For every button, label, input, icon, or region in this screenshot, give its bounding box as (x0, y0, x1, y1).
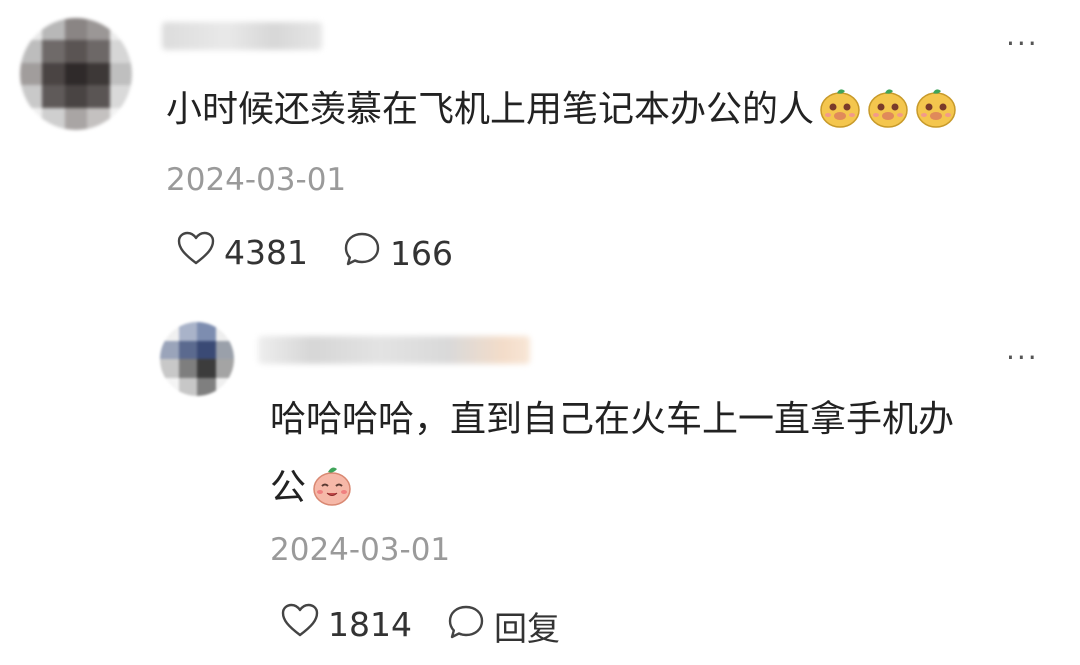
reply-avatar[interactable] (160, 322, 234, 396)
doge-face-icon (818, 84, 862, 152)
reply-date: 2024-03-01 (270, 532, 451, 568)
reply-count: 166 (390, 233, 453, 273)
reply-label: 回复 (494, 609, 560, 648)
reply-text-line1: 哈哈哈哈，直到自己在火车上一直拿手机办 (270, 399, 955, 440)
like-button[interactable]: 4381 (176, 230, 308, 274)
reply-like-count: 1814 (328, 604, 412, 644)
reply-button[interactable]: 回复 (446, 602, 560, 650)
comment-bubble-icon (342, 230, 382, 276)
more-options-icon[interactable]: ··· (1006, 344, 1039, 372)
reply-text: 哈哈哈哈，直到自己在火车上一直拿手机办 公 (270, 386, 1060, 530)
like-count: 4381 (224, 232, 308, 272)
comment-text: 小时候还羡慕在飞机上用笔记本办公的人 (166, 76, 958, 152)
doge-face-icon (914, 84, 958, 152)
smiling-peach-face-icon (310, 462, 354, 530)
reply-count-button[interactable]: 166 (342, 230, 453, 276)
reply-body-continued: 公 (270, 467, 307, 508)
reply-username-blurred[interactable] (258, 336, 530, 364)
heart-icon (176, 230, 216, 274)
comment-date: 2024-03-01 (166, 162, 347, 198)
more-options-icon[interactable]: ··· (1006, 30, 1039, 58)
doge-face-icon (866, 84, 910, 152)
comment-bubble-icon (446, 603, 486, 649)
reply-like-button[interactable]: 1814 (280, 602, 412, 646)
avatar[interactable] (20, 18, 132, 130)
username-blurred[interactable] (162, 22, 322, 50)
heart-icon (280, 602, 320, 646)
reply-text-line2: 公 (270, 454, 1060, 530)
comment-body: 小时候还羡慕在飞机上用笔记本办公的人 (166, 89, 815, 130)
